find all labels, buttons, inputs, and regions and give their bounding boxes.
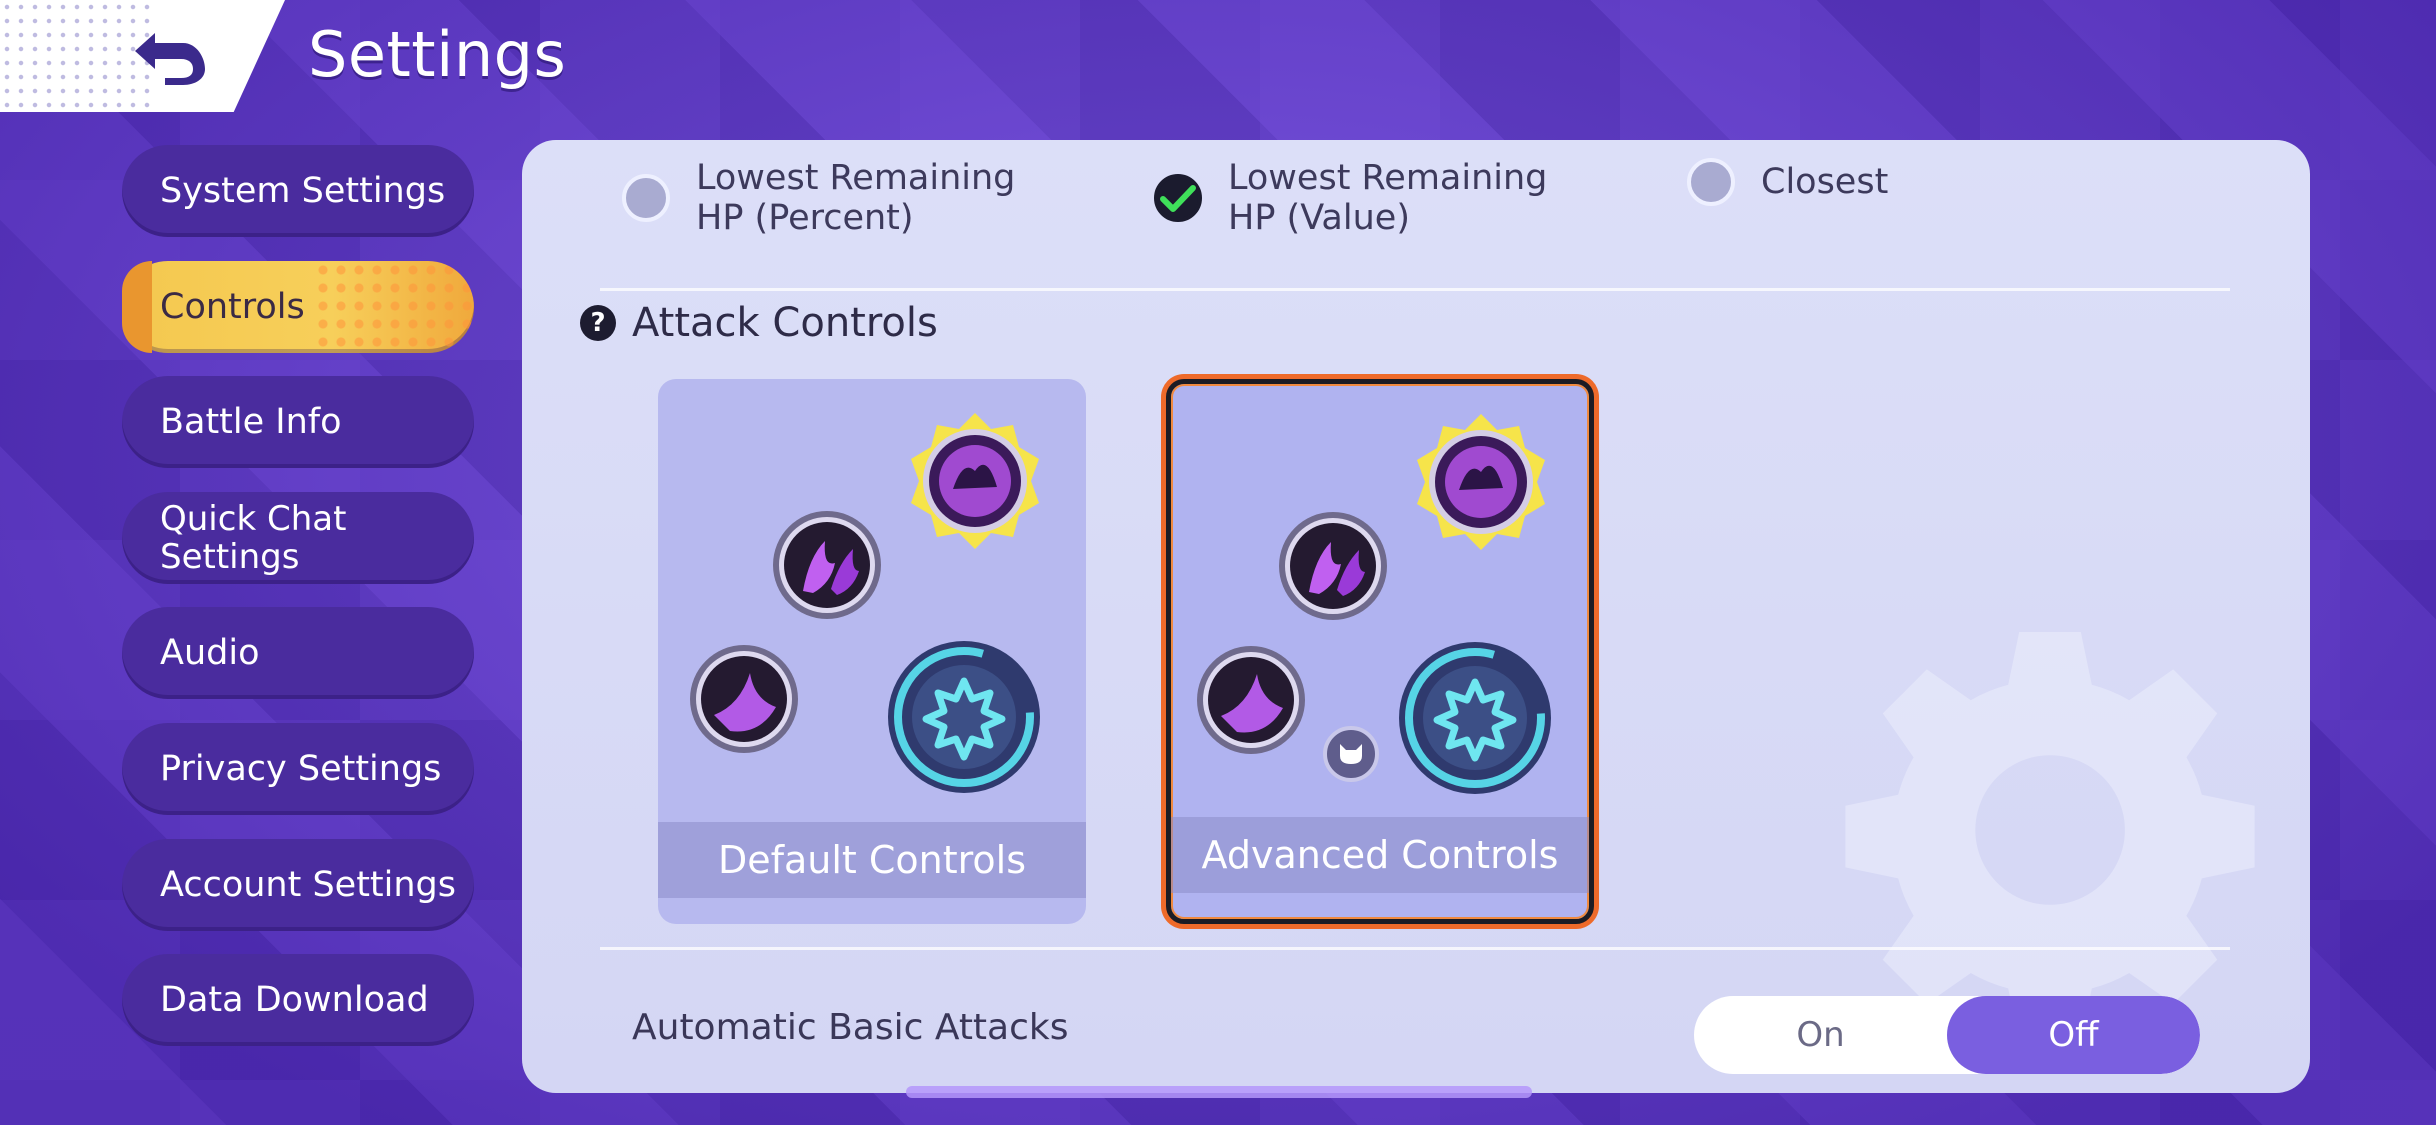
question-mark-icon[interactable]: ? <box>580 305 616 341</box>
radio-circle-checked <box>1154 174 1202 222</box>
back-arrow-icon <box>135 33 205 85</box>
sidebar-item-privacy-settings[interactable]: Privacy Settings <box>122 723 474 815</box>
target-pokemon-icon <box>1323 726 1379 782</box>
sidebar-item-data-download[interactable]: Data Download <box>122 954 474 1046</box>
skill-shadow-icon <box>1197 646 1305 754</box>
special-move-icon <box>1417 414 1545 550</box>
skill-flame-icon <box>773 511 881 619</box>
sidebar-item-quick-chat-settings[interactable]: Quick Chat Settings <box>122 492 474 584</box>
basic-attack-icon <box>1399 642 1551 794</box>
skill-shadow-icon <box>690 645 798 753</box>
card-label: Advanced Controls <box>1171 817 1589 893</box>
toggle-on-option[interactable]: On <box>1694 996 1947 1074</box>
sidebar-item-battle-info[interactable]: Battle Info <box>122 376 474 468</box>
checkmark-icon <box>1160 185 1196 212</box>
back-button[interactable] <box>125 24 215 88</box>
toggle-off-option[interactable]: Off <box>1947 996 2200 1074</box>
sidebar-item-label: Data Download <box>160 980 429 1020</box>
sidebar-item-system-settings[interactable]: System Settings <box>122 145 474 237</box>
radio-label: Lowest Remaining HP (Percent) <box>696 158 1016 238</box>
radio-lowest-hp-value[interactable]: Lowest Remaining HP (Value) <box>1154 158 1558 238</box>
sidebar-item-label: Quick Chat Settings <box>160 499 347 577</box>
divider <box>600 288 2230 291</box>
card-label: Default Controls <box>658 822 1086 898</box>
scrollbar-thumb[interactable] <box>906 1086 1532 1098</box>
gear-icon <box>1845 632 2255 1042</box>
targeting-options: Lowest Remaining HP (Percent) Lowest Rem… <box>522 140 2310 290</box>
sidebar-item-controls[interactable]: Controls <box>122 261 474 353</box>
cat-face-icon <box>1340 744 1362 764</box>
auto-basic-attacks-toggle[interactable]: On Off <box>1694 996 2200 1074</box>
radio-closest[interactable]: Closest <box>1687 158 1888 206</box>
auto-basic-attacks-label: Automatic Basic Attacks <box>632 1007 1069 1048</box>
sidebar-item-audio[interactable]: Audio <box>122 607 474 699</box>
sidebar-item-account-settings[interactable]: Account Settings <box>122 839 474 931</box>
settings-panel[interactable]: Lowest Remaining HP (Percent) Lowest Rem… <box>522 140 2310 1093</box>
section-title: Attack Controls <box>632 300 938 346</box>
sidebar-item-label: Privacy Settings <box>160 749 442 789</box>
sidebar-item-label: System Settings <box>160 171 446 211</box>
skill-flame-icon <box>1279 512 1387 620</box>
sidebar-item-label: Audio <box>160 633 260 673</box>
radio-lowest-hp-percent[interactable]: Lowest Remaining HP (Percent) <box>622 158 1026 238</box>
special-move-icon <box>911 413 1039 549</box>
page-title: Settings <box>308 18 567 91</box>
radio-label: Closest <box>1761 162 1889 202</box>
radio-circle <box>622 174 670 222</box>
basic-attack-icon <box>888 641 1040 793</box>
default-controls-card[interactable]: Default Controls <box>658 379 1086 924</box>
sidebar-item-label: Account Settings <box>160 865 456 905</box>
sidebar-item-label: Battle Info <box>160 402 342 442</box>
attack-controls-heading: ? Attack Controls <box>580 300 938 346</box>
advanced-controls-card[interactable]: Advanced Controls <box>1166 379 1594 924</box>
divider <box>600 947 2230 950</box>
sidebar-item-label: Controls <box>160 287 305 327</box>
radio-label: Lowest Remaining HP (Value) <box>1228 158 1548 238</box>
radio-circle <box>1687 158 1735 206</box>
